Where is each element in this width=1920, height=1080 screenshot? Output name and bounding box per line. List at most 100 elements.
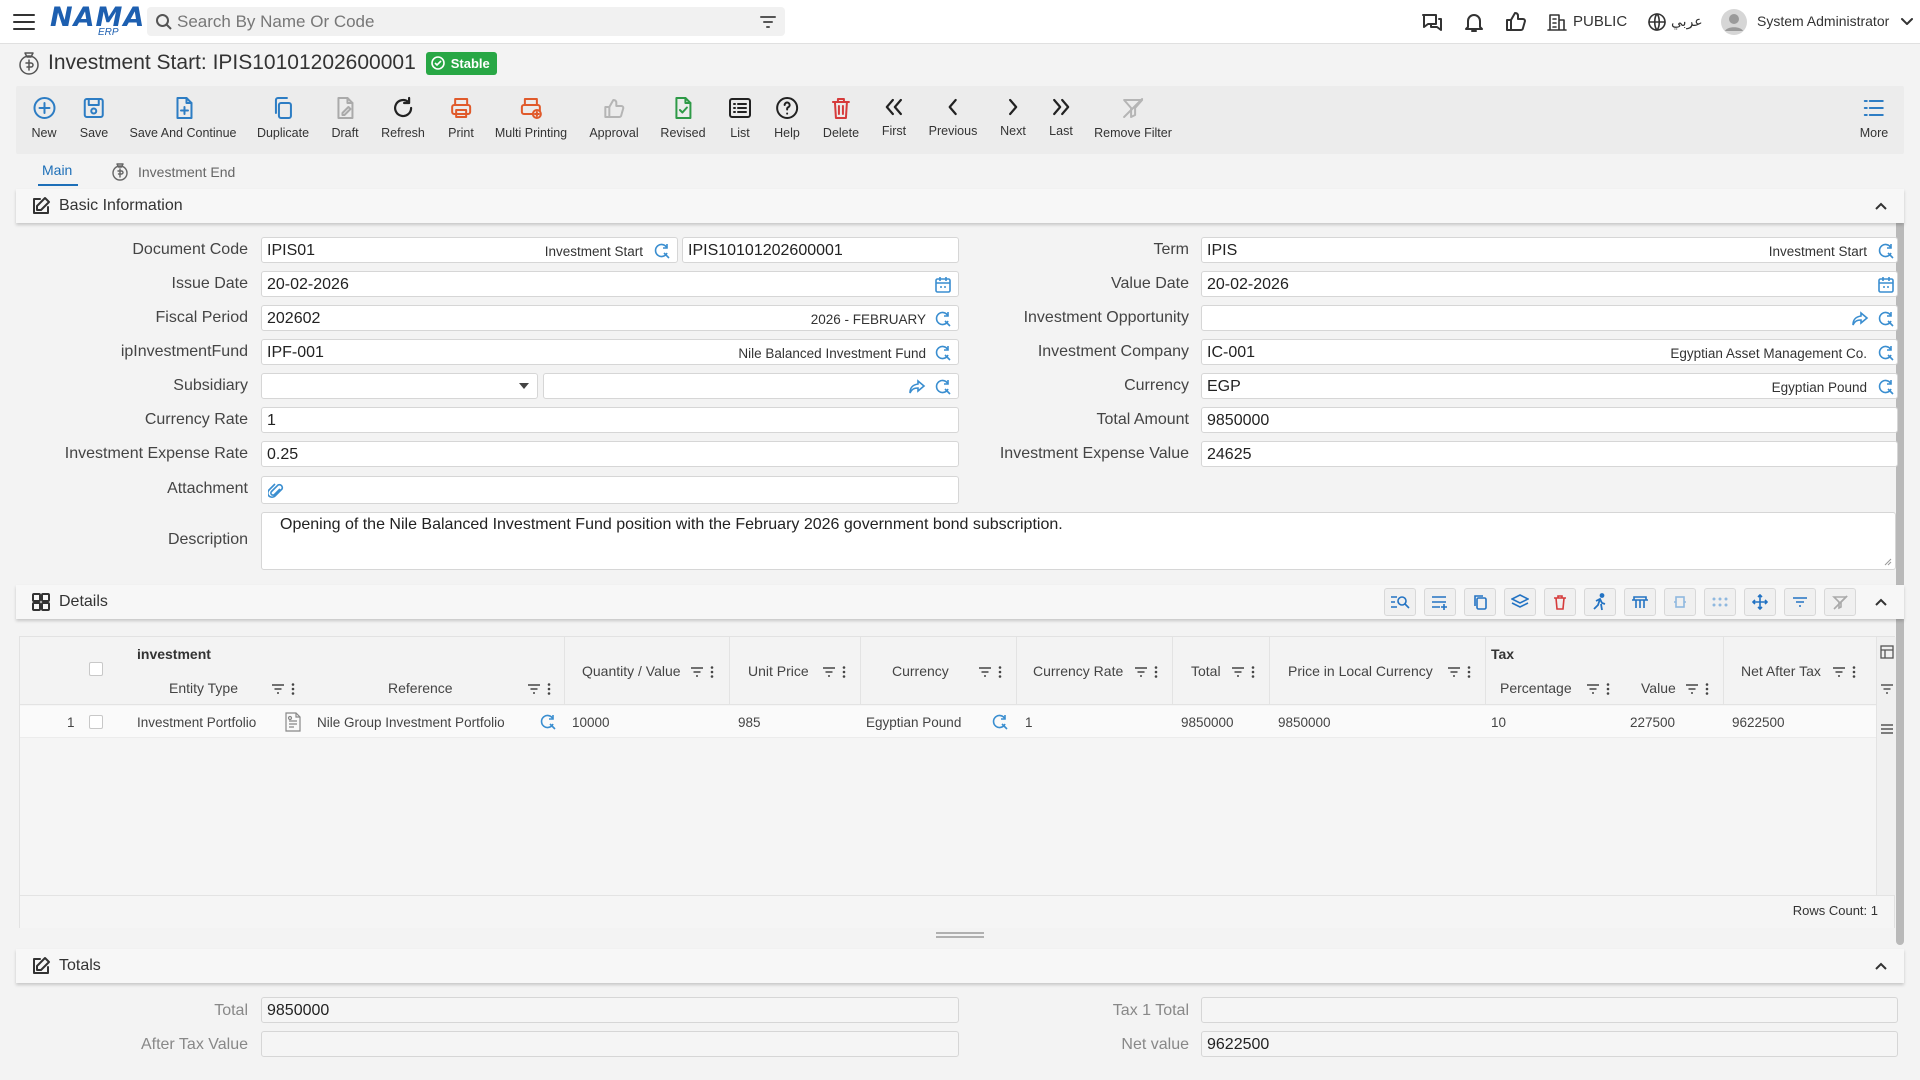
row-checkbox[interactable]: [89, 715, 103, 729]
lookup-icon[interactable]: [1877, 242, 1895, 260]
lookup-icon[interactable]: [653, 242, 671, 260]
investment-fund-field[interactable]: IPF-001 Nile Balanced Investment Fund: [261, 339, 959, 365]
col-quantity[interactable]: Quantity / Value: [582, 663, 681, 679]
lookup-icon[interactable]: [934, 378, 952, 396]
user-name[interactable]: System Administrator: [1757, 13, 1889, 29]
document-code-field[interactable]: IPIS01 Investment Start: [261, 237, 678, 263]
currency-field[interactable]: EGP Egyptian Pound: [1201, 373, 1898, 399]
fiscal-period-field[interactable]: 202602 2026 - FEBRUARY: [261, 305, 959, 331]
revised-button[interactable]: Revised: [660, 96, 706, 140]
more-button[interactable]: More: [1860, 96, 1888, 140]
share-arrow-icon[interactable]: [908, 378, 926, 396]
paperclip-icon[interactable]: [268, 482, 284, 500]
select-all-checkbox[interactable]: [89, 662, 103, 676]
lookup-icon[interactable]: [1877, 344, 1895, 362]
column-filter-icon[interactable]: [1586, 683, 1600, 695]
grid-expand-button[interactable]: [1664, 588, 1696, 616]
column-menu-icon[interactable]: [1154, 666, 1158, 678]
visibility-label[interactable]: PUBLIC: [1573, 13, 1627, 30]
column-menu-icon[interactable]: [547, 683, 551, 695]
subsidiary-select[interactable]: [261, 373, 538, 399]
col-currency[interactable]: Currency: [892, 663, 949, 679]
chevron-up-icon[interactable]: [1874, 595, 1888, 609]
help-button[interactable]: Help: [774, 96, 800, 140]
building-icon[interactable]: [1547, 12, 1567, 32]
remove-filter-button[interactable]: Remove Filter: [1094, 96, 1172, 140]
term-field[interactable]: IPIS Investment Start: [1201, 237, 1898, 263]
resize-grip-icon[interactable]: [935, 931, 985, 939]
expense-value-field[interactable]: 24625: [1201, 441, 1898, 467]
investment-company-field[interactable]: IC-001 Egyptian Asset Management Co.: [1201, 339, 1898, 365]
cell-percentage[interactable]: 10: [1491, 715, 1506, 730]
column-menu-icon[interactable]: [291, 683, 295, 695]
save-button[interactable]: Save: [80, 96, 108, 140]
issue-date-field[interactable]: 20-02-2026: [261, 271, 959, 297]
column-filter-icon[interactable]: [1231, 666, 1245, 678]
bell-icon[interactable]: [1462, 10, 1486, 34]
grid-layers-button[interactable]: [1504, 588, 1536, 616]
language-switch[interactable]: عربي: [1671, 13, 1703, 30]
cell-total[interactable]: 9850000: [1181, 715, 1234, 730]
column-filter-icon[interactable]: [271, 683, 285, 695]
lookup-icon[interactable]: [539, 713, 557, 731]
approval-button[interactable]: Approval: [589, 96, 639, 140]
column-menu-icon[interactable]: [1467, 666, 1471, 678]
app-logo[interactable]: NAMA ERP: [50, 4, 144, 39]
col-unit-price[interactable]: Unit Price: [748, 663, 809, 679]
chevron-down-icon[interactable]: [1900, 15, 1914, 29]
next-button[interactable]: Next: [1000, 96, 1026, 138]
column-filter-icon[interactable]: [1832, 666, 1846, 678]
col-entity-type[interactable]: Entity Type: [169, 680, 238, 696]
column-menu-icon[interactable]: [842, 666, 846, 678]
chat-icon[interactable]: [1420, 10, 1444, 34]
tab-investment-end[interactable]: Investment End: [110, 162, 235, 182]
expense-rate-field[interactable]: 0.25: [261, 441, 959, 467]
grid-copy-button[interactable]: [1464, 588, 1496, 616]
multi-printing-button[interactable]: Multi Printing: [495, 96, 567, 140]
page-scrollbar[interactable]: [1896, 190, 1904, 945]
column-filter-icon[interactable]: [1685, 683, 1699, 695]
last-button[interactable]: Last: [1049, 96, 1073, 138]
resize-handle-icon[interactable]: [1882, 556, 1892, 566]
column-menu-icon[interactable]: [1251, 666, 1255, 678]
attachment-field[interactable]: [261, 476, 959, 504]
calendar-icon[interactable]: [934, 276, 952, 294]
grid-filter-button[interactable]: [1784, 588, 1816, 616]
menu-icon[interactable]: [12, 11, 36, 33]
col-percentage[interactable]: Percentage: [1500, 680, 1572, 696]
total-amount-field[interactable]: 9850000: [1201, 407, 1898, 433]
cell-reference[interactable]: Nile Group Investment Portfolio: [317, 715, 505, 730]
totals-header[interactable]: Totals: [16, 949, 1904, 983]
duplicate-button[interactable]: Duplicate: [257, 96, 309, 140]
cell-currency-rate[interactable]: 1: [1025, 715, 1033, 730]
share-arrow-icon[interactable]: [1851, 310, 1869, 328]
save-and-continue-button[interactable]: Save And Continue: [129, 96, 237, 140]
subsidiary-desc-field[interactable]: [543, 373, 959, 399]
column-menu-icon[interactable]: [1852, 666, 1856, 678]
grid-run-button[interactable]: [1584, 588, 1616, 616]
lookup-icon[interactable]: [934, 344, 952, 362]
column-menu-icon[interactable]: [998, 666, 1002, 678]
description-textarea[interactable]: Opening of the Nile Balanced Investment …: [261, 512, 1896, 570]
previous-button[interactable]: Previous: [929, 96, 977, 138]
draft-button[interactable]: Draft: [331, 96, 359, 140]
search-input[interactable]: [177, 10, 737, 33]
grid-move-button[interactable]: [1744, 588, 1776, 616]
column-filter-icon[interactable]: [527, 683, 541, 695]
lookup-icon[interactable]: [934, 310, 952, 328]
currency-rate-field[interactable]: 1: [261, 407, 959, 433]
cell-entity-type[interactable]: Investment Portfolio: [137, 715, 256, 730]
globe-icon[interactable]: [1647, 12, 1667, 32]
calendar-icon[interactable]: [1877, 276, 1895, 294]
new-button[interactable]: New: [31, 96, 57, 140]
column-filter-icon[interactable]: [1447, 666, 1461, 678]
col-price-local[interactable]: Price in Local Currency: [1288, 663, 1433, 679]
filter-icon[interactable]: [759, 14, 777, 30]
cell-quantity[interactable]: 10000: [572, 715, 610, 730]
col-net-after-tax[interactable]: Net After Tax: [1741, 663, 1821, 679]
grid-columns-button[interactable]: [1624, 588, 1656, 616]
grid-search-button[interactable]: [1384, 588, 1416, 616]
delete-button[interactable]: Delete: [823, 96, 859, 140]
avatar[interactable]: [1721, 9, 1747, 35]
grid-dots-button[interactable]: [1704, 588, 1736, 616]
